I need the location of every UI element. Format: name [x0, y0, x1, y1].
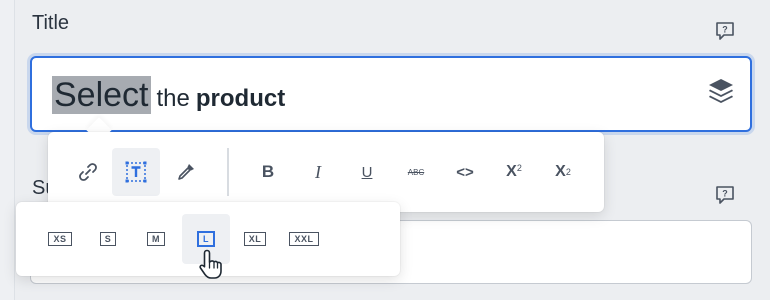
title-label: Title [32, 12, 70, 34]
format-toolbar: B I U ABC <> X2 X2 [48, 132, 604, 212]
svg-text:?: ? [722, 189, 728, 199]
size-m-button[interactable]: M [132, 214, 180, 264]
hand-cursor-icon [199, 249, 222, 279]
subscript-exp: 2 [565, 167, 571, 177]
size-xxl-button[interactable]: XXL [280, 214, 328, 264]
size-l-label: L [197, 231, 215, 247]
title-input[interactable]: Select the product [30, 56, 752, 132]
eyedropper-icon [178, 164, 194, 180]
svg-text:?: ? [722, 25, 728, 35]
bold-button[interactable]: B [244, 148, 292, 196]
title-value[interactable]: Select the product [52, 76, 285, 114]
size-s-label: S [99, 232, 117, 246]
code-button[interactable]: <> [441, 148, 489, 196]
superscript-button[interactable]: X2 [490, 148, 538, 196]
selected-text: Select [52, 76, 151, 114]
layers-icon[interactable] [706, 76, 736, 106]
underline-button[interactable]: U [343, 148, 391, 196]
size-xl-label: XL [243, 232, 267, 246]
help-icon-subtitle[interactable]: ? [714, 184, 736, 206]
size-s-button[interactable]: S [84, 214, 132, 264]
size-xs-label: XS [48, 232, 72, 246]
size-m-label: M [147, 232, 165, 246]
toolbar-separator [227, 148, 229, 196]
size-xl-button[interactable]: XL [231, 214, 279, 264]
plain-text: the [156, 85, 190, 112]
superscript-base: X [506, 163, 517, 180]
subscript-button[interactable]: X2 [539, 148, 587, 196]
link-icon [79, 163, 97, 181]
size-xxl-label: XXL [289, 232, 319, 246]
help-icon[interactable]: ? [714, 20, 736, 42]
superscript-exp: 2 [516, 163, 522, 173]
text-size-button[interactable] [112, 148, 160, 196]
link-button[interactable] [64, 148, 112, 196]
size-xs-button[interactable]: XS [36, 214, 84, 264]
text-size-icon [125, 161, 147, 183]
italic-button[interactable]: I [294, 148, 342, 196]
bold-text: product [195, 85, 286, 112]
subscript-base: X [555, 163, 566, 180]
color-picker-button[interactable] [162, 148, 210, 196]
strikethrough-button[interactable]: ABC [392, 148, 440, 196]
